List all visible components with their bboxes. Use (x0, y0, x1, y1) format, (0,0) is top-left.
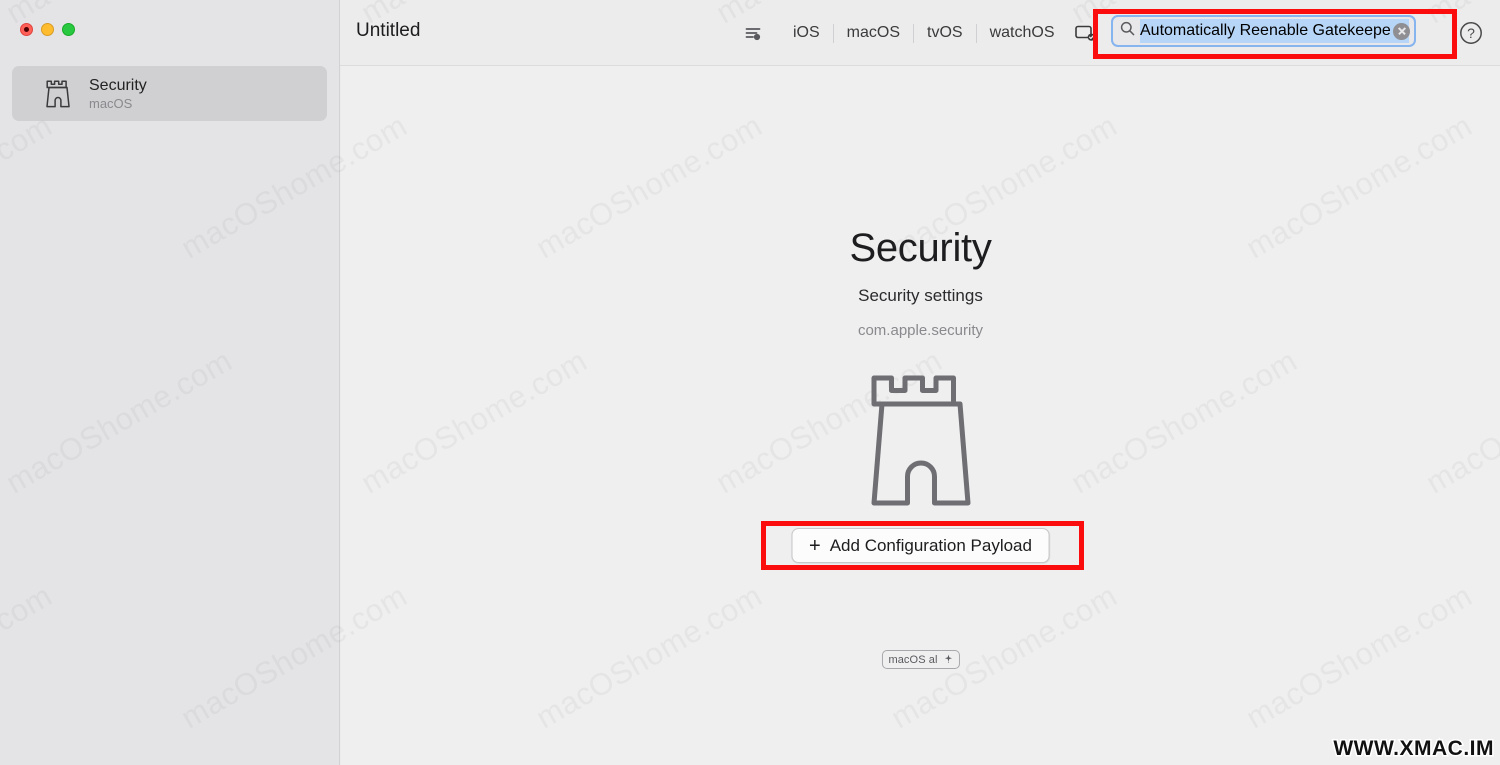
minimize-button[interactable] (41, 23, 54, 36)
tab-ios[interactable]: iOS (780, 22, 833, 44)
main-content: Security Security settings com.apple.sec… (341, 66, 1500, 765)
sidebar-item-subtitle: macOS (89, 95, 133, 111)
sidebar-item-text: Security macOS (89, 77, 147, 111)
sparkle-icon (944, 651, 953, 669)
castle-icon (861, 372, 981, 512)
close-button[interactable] (20, 23, 33, 36)
clear-circle-icon[interactable] (1393, 22, 1410, 40)
search-icon (1120, 21, 1135, 41)
sidebar-item-security[interactable]: Security macOS (12, 66, 327, 121)
sidebar-divider (339, 0, 340, 765)
toolbar: Untitled iOS macOS tvOS watchOS Automati… (340, 0, 1500, 66)
sidebar: Security macOS (0, 0, 340, 765)
search-field-wrapper[interactable]: Automatically Reenable Gatekeepe (1111, 15, 1416, 47)
site-watermark: WWW.XMAC.IM (1332, 736, 1495, 762)
app-window: macOShome.commacOShome.commacOShome.comm… (0, 0, 1500, 765)
page-title: Security (849, 226, 992, 270)
add-configuration-payload-button[interactable]: + Add Configuration Payload (791, 528, 1050, 563)
platform-availability-badge[interactable]: macOS al (881, 650, 960, 669)
help-question-icon[interactable]: ? (1457, 19, 1485, 47)
svg-text:?: ? (1467, 25, 1475, 41)
search-input-value[interactable]: Automatically Reenable Gatekeepe (1140, 19, 1409, 43)
castle-icon (44, 79, 72, 109)
tab-tvos[interactable]: tvOS (914, 22, 976, 44)
platform-tabs: iOS macOS tvOS watchOS (780, 20, 1068, 46)
window-traffic-lights (20, 23, 75, 36)
document-title: Untitled (356, 20, 421, 41)
plus-icon: + (809, 534, 821, 557)
tab-macos[interactable]: macOS (834, 22, 913, 44)
sidebar-item-title: Security (89, 76, 147, 94)
maximize-button[interactable] (62, 23, 75, 36)
tab-watchos[interactable]: watchOS (977, 22, 1068, 44)
filter-icon[interactable] (738, 18, 768, 48)
search-input[interactable]: Automatically Reenable Gatekeepe (1111, 15, 1416, 47)
payload-identifier: com.apple.security (857, 322, 984, 339)
page-subtitle: Security settings (858, 286, 983, 305)
add-configuration-payload-label: Add Configuration Payload (829, 535, 1032, 555)
toolbar-divider (340, 65, 1500, 66)
screen-badge-icon[interactable] (1070, 18, 1100, 48)
platform-availability-label: macOS al (888, 653, 938, 666)
